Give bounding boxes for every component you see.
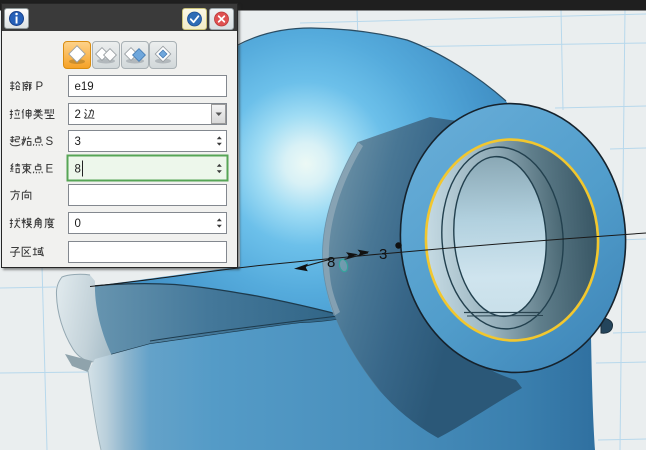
svg-text:0: 0 <box>75 218 81 230</box>
svg-text:P: P <box>36 81 44 93</box>
svg-text:e19: e19 <box>75 81 94 93</box>
svg-text:3: 3 <box>379 246 387 263</box>
svg-text:3: 3 <box>75 136 81 148</box>
svg-text:8: 8 <box>327 254 335 271</box>
svg-text:S: S <box>46 136 54 148</box>
svg-text:8: 8 <box>75 164 81 176</box>
svg-text:E: E <box>46 164 54 176</box>
svg-text:2: 2 <box>75 109 81 121</box>
